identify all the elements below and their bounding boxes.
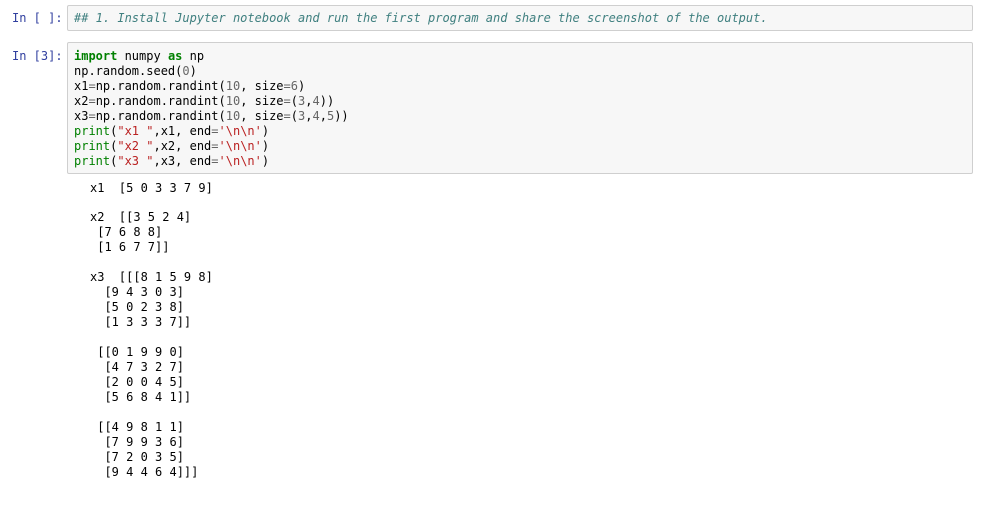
code-input-area[interactable]: import numpy as np np.random.seed(0) x1=… xyxy=(67,42,973,174)
code-line: print("x2 ",x2, end='\n\n') xyxy=(74,139,270,153)
output-line: [9 4 3 0 3] xyxy=(90,285,184,299)
output-line: [7 2 0 3 5] xyxy=(90,450,184,464)
code-comment-line: ## 1. Install Jupyter notebook and run t… xyxy=(74,11,768,25)
code-line: print("x3 ",x3, end='\n\n') xyxy=(74,154,270,168)
output-line: [1 3 3 3 7]] xyxy=(90,315,192,329)
output-line: [[0 1 9 9 0] xyxy=(90,345,184,359)
output-line: [5 6 8 4 1]] xyxy=(90,390,192,404)
code-line: import numpy as np xyxy=(74,49,205,63)
output-line: [2 0 0 4 5] xyxy=(90,375,184,389)
code-line: np.random.seed(0) xyxy=(74,64,197,78)
output-line: [7 6 8 8] xyxy=(90,225,163,239)
output-line: [5 0 2 3 8] xyxy=(90,300,184,314)
output-line: x3 [[[8 1 5 9 8] xyxy=(90,270,213,284)
input-prompt: In [3]: xyxy=(12,49,63,63)
notebook-cell-1[interactable]: In [ ]: ## 1. Install Jupyter notebook a… xyxy=(0,5,982,33)
output-line: [7 9 9 3 6] xyxy=(90,435,184,449)
code-line: print("x1 ",x1, end='\n\n') xyxy=(74,124,270,138)
code-input-area[interactable]: ## 1. Install Jupyter notebook and run t… xyxy=(67,5,973,31)
output-line: [9 4 4 6 4]]] xyxy=(90,465,199,479)
output-line: x1 [5 0 3 3 7 9] xyxy=(90,181,213,195)
code-line: x2=np.random.randint(10, size=(3,4)) xyxy=(74,94,335,108)
output-line: [1 6 7 7]] xyxy=(90,240,170,254)
output-line: [[4 9 8 1 1] xyxy=(90,420,184,434)
input-prompt: In [ ]: xyxy=(12,11,63,25)
code-line: x1=np.random.randint(10, size=6) xyxy=(74,79,306,93)
code-line: x3=np.random.randint(10, size=(3,4,5)) xyxy=(74,109,349,123)
output-line: x2 [[3 5 2 4] xyxy=(90,210,192,224)
output-line: [4 7 3 2 7] xyxy=(90,360,184,374)
